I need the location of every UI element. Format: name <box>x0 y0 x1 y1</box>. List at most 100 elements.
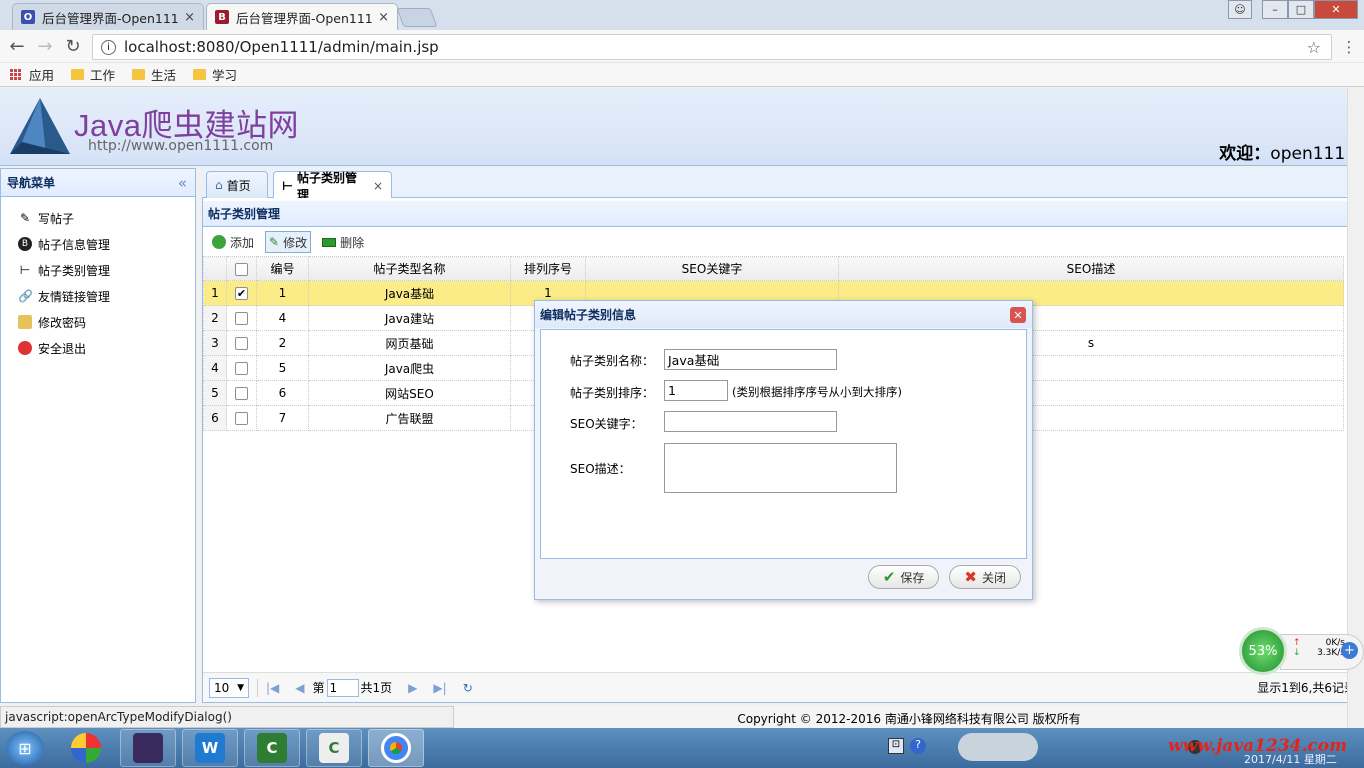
star-icon[interactable]: ☆ <box>1307 38 1321 57</box>
close-icon[interactable]: ✕ <box>1010 307 1026 323</box>
rownum-cell: 3 <box>203 330 227 356</box>
id-cell: 1 <box>256 280 309 306</box>
column-header[interactable]: SEO关键字 <box>585 256 839 281</box>
dialog-footer: ✔ 保存 ✖ 关闭 <box>540 559 1027 595</box>
column-header[interactable]: 帖子类型名称 <box>308 256 511 281</box>
add-button[interactable]: 添加 <box>209 231 257 253</box>
checkbox[interactable]: ✔ <box>235 287 248 300</box>
row-checkbox[interactable] <box>226 330 257 356</box>
delete-button[interactable]: 删除 <box>319 231 367 253</box>
row-checkbox[interactable] <box>226 405 257 431</box>
last-page-icon[interactable]: ▶| <box>433 681 446 695</box>
row-checkbox[interactable] <box>226 355 257 381</box>
name-cell: Java基础 <box>308 280 511 306</box>
nav-item-write-post[interactable]: ✎ 写帖子 <box>1 205 195 231</box>
column-header[interactable]: 排列序号 <box>510 256 586 281</box>
new-tab-button[interactable] <box>396 8 438 27</box>
checkbox[interactable] <box>235 337 248 350</box>
nav-item-post-manage[interactable]: B 帖子信息管理 <box>1 231 195 257</box>
page-size-select[interactable]: 10 ▼ <box>209 677 249 698</box>
page-scrollbar[interactable] <box>1347 88 1364 728</box>
browser-tab-1[interactable]: O 后台管理界面-Open111 × <box>12 3 204 30</box>
bookmark-work[interactable]: 工作 <box>71 65 115 84</box>
row-checkbox[interactable]: ✔ <box>226 280 257 306</box>
word-app-icon[interactable]: W <box>182 729 238 767</box>
first-page-icon[interactable]: |◀ <box>266 681 279 695</box>
seo-keywords-input[interactable] <box>664 411 837 432</box>
pager: 10 ▼ |◀ ◀ 第 1 共1页 ▶ ▶| ↻ <box>203 672 1361 702</box>
input-method-bar[interactable] <box>958 733 1038 761</box>
rownum-cell: 5 <box>203 380 227 406</box>
back-icon[interactable]: ← <box>6 36 28 57</box>
minimize-icon[interactable]: – <box>1262 0 1288 19</box>
save-button[interactable]: ✔ 保存 <box>867 565 940 589</box>
cancel-button[interactable]: ✖ 关闭 <box>949 565 1021 589</box>
page-number-input[interactable]: 1 <box>326 678 359 697</box>
category-name-input[interactable]: Java基础 <box>664 349 837 370</box>
start-icon[interactable]: ⊞ <box>6 731 44 765</box>
category-order-input[interactable]: 1 <box>664 380 728 401</box>
rownum-cell: 1 <box>203 280 227 306</box>
link-icon: 🔗 <box>18 289 33 303</box>
prev-page-icon[interactable]: ◀ <box>295 681 304 695</box>
profile-icon[interactable]: ☺ <box>1228 0 1252 19</box>
id-cell: 4 <box>256 305 309 331</box>
edit-button[interactable]: ✎ 修改 <box>265 231 312 253</box>
nav-item-logout[interactable]: 安全退出 <box>1 335 195 361</box>
nav-title: 导航菜单 <box>7 176 56 190</box>
edit-category-dialog: 编辑帖子类别信息 ✕ 帖子类别名称： Java基础 帖子类别排序： 1 (类别根… <box>534 300 1033 600</box>
tab-category-manage[interactable]: ⊢ 帖子类别管理 × <box>273 171 392 202</box>
pager-info: 显示1到6,共6记录 <box>1257 681 1356 695</box>
camtasia-app-icon[interactable]: C <box>244 729 300 767</box>
refresh-icon[interactable]: ↻ <box>463 681 473 695</box>
checkbox[interactable] <box>235 312 248 325</box>
tab-title: 后台管理界面-Open111 <box>236 10 373 26</box>
page-prefix: 第 <box>312 681 325 695</box>
tab-close-icon[interactable]: × <box>373 179 383 193</box>
chrome-app-icon[interactable] <box>368 729 424 767</box>
id-cell: 2 <box>256 330 309 356</box>
folder-icon <box>71 69 85 80</box>
plus-icon[interactable]: + <box>1341 642 1358 659</box>
address-bar[interactable]: i localhost:8080/Open1111/admin/main.jsp… <box>92 34 1332 60</box>
order-hint: (类别根据排序序号从小到大排序) <box>732 385 902 399</box>
forward-icon[interactable]: → <box>34 36 56 57</box>
id-cell: 7 <box>256 405 309 431</box>
media-app-icon[interactable] <box>58 729 114 767</box>
tab-close-icon[interactable]: × <box>378 10 389 25</box>
nav-item-change-password[interactable]: 修改密码 <box>1 309 195 335</box>
browser-tab-2[interactable]: B 后台管理界面-Open111 × <box>206 3 398 30</box>
eclipse-app-icon[interactable] <box>120 729 176 767</box>
window-close-icon[interactable]: ✕ <box>1314 0 1358 19</box>
bookmark-study[interactable]: 学习 <box>193 65 237 84</box>
column-header[interactable]: 编号 <box>256 256 309 281</box>
bookmark-life[interactable]: 生活 <box>132 65 176 84</box>
bookmark-apps[interactable]: 应用 <box>10 65 54 84</box>
tray-icon[interactable]: ⊡ <box>888 738 904 754</box>
column-header[interactable]: SEO描述 <box>838 256 1344 281</box>
checkbox[interactable] <box>235 387 248 400</box>
rownum-cell: 4 <box>203 355 227 381</box>
dialog-title: 编辑帖子类别信息 <box>540 308 637 322</box>
checkbox[interactable] <box>235 412 248 425</box>
camtasia-recorder-app-icon[interactable]: C <box>306 729 362 767</box>
maximize-icon[interactable]: □ <box>1288 0 1314 19</box>
next-page-icon[interactable]: ▶ <box>408 681 417 695</box>
row-checkbox[interactable] <box>226 305 257 331</box>
checkbox[interactable] <box>235 362 248 375</box>
menu-icon[interactable]: ⋮ <box>1338 38 1360 56</box>
reload-icon[interactable]: ↻ <box>62 36 84 57</box>
tab-close-icon[interactable]: × <box>184 10 195 25</box>
nav-item-link-manage[interactable]: 🔗 友情链接管理 <box>1 283 195 309</box>
help-icon[interactable]: ? <box>910 738 926 754</box>
rownum-cell: 6 <box>203 405 227 431</box>
seo-description-textarea[interactable] <box>664 443 897 493</box>
memory-gauge[interactable]: 53% <box>1239 627 1287 675</box>
folder-icon <box>132 69 146 80</box>
add-icon <box>212 235 226 249</box>
tab-home[interactable]: ⌂ 首页 <box>206 171 268 198</box>
collapse-icon[interactable]: « <box>178 174 187 192</box>
select-all-checkbox[interactable] <box>226 256 257 281</box>
row-checkbox[interactable] <box>226 380 257 406</box>
nav-item-category-manage[interactable]: ⊢ 帖子类别管理 <box>1 257 195 283</box>
